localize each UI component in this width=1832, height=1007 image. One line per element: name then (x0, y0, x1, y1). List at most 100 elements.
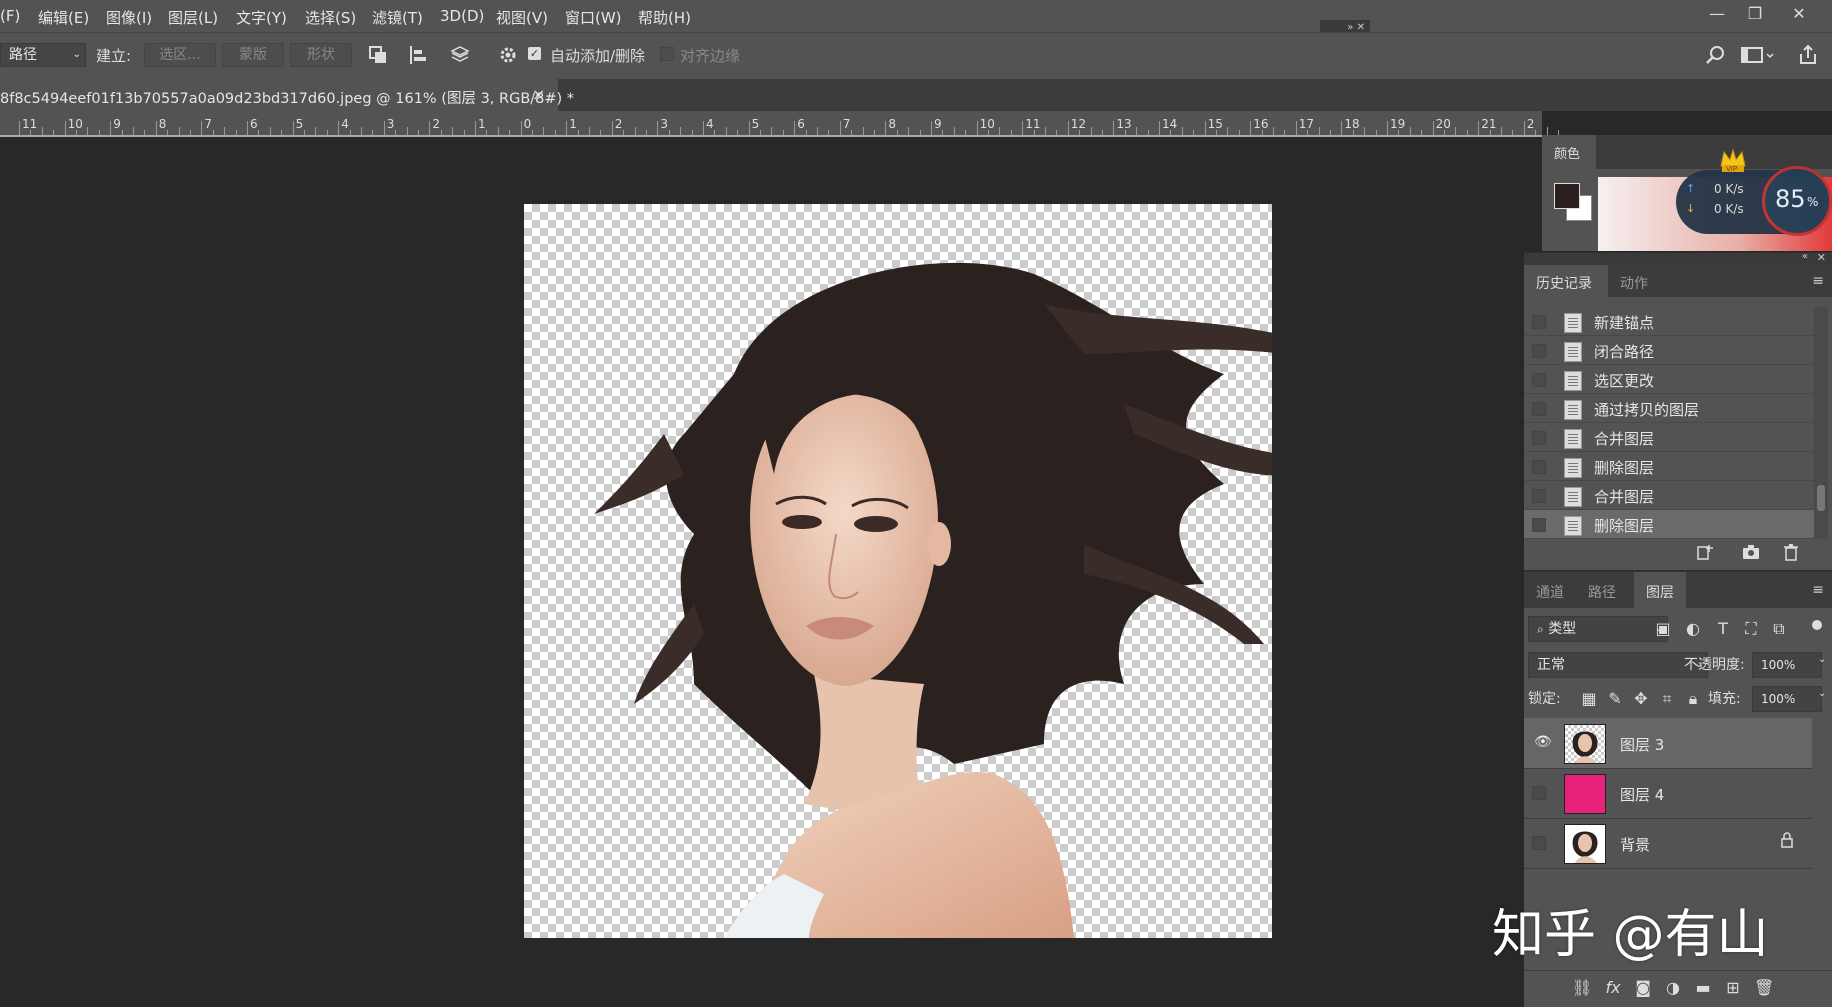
tab-channels[interactable]: 通道 (1536, 582, 1564, 602)
delete-layer-icon[interactable]: 🗑︎ (1754, 979, 1774, 997)
visibility-toggle[interactable] (1532, 786, 1546, 800)
search-icon[interactable] (1704, 43, 1728, 67)
share-icon[interactable] (1796, 43, 1820, 67)
panel-collapse-icon[interactable]: « (1802, 251, 1808, 262)
menu-select[interactable]: 选择(S) (305, 7, 356, 28)
layers-panel-menu-icon[interactable]: ≡ (1812, 582, 1824, 598)
ruler-label: 20 (1435, 117, 1451, 131)
new-document-from-state-icon[interactable] (1696, 543, 1714, 565)
layer-name[interactable]: 图层 4 (1620, 784, 1664, 805)
history-snapshot-checkbox[interactable] (1532, 431, 1546, 445)
fx-icon[interactable]: fx (1604, 979, 1622, 997)
opacity-value: 100% (1761, 658, 1796, 672)
make-shape-button[interactable]: 形状 (290, 43, 352, 67)
history-item[interactable]: 通过拷贝的图层 (1524, 394, 1814, 423)
lock-image-brush-icon[interactable]: ✎ (1606, 690, 1624, 708)
filter-smart-object-icon[interactable]: ⧉ (1770, 620, 1788, 638)
align-edges-checkbox[interactable] (660, 47, 674, 61)
history-item[interactable]: 删除图层 (1524, 452, 1814, 481)
link-layers-icon[interactable]: ⛓︎ (1572, 979, 1592, 997)
history-snapshot-checkbox[interactable] (1532, 518, 1546, 532)
visibility-toggle[interactable] (1532, 836, 1546, 850)
history-snapshot-checkbox[interactable] (1532, 315, 1546, 329)
adjustment-layer-icon[interactable]: ◑ (1664, 979, 1682, 997)
history-item[interactable]: 新建锚点 (1524, 307, 1814, 336)
menu-help[interactable]: 帮助(H) (638, 7, 691, 28)
history-snapshot-checkbox[interactable] (1532, 402, 1546, 416)
restore-button[interactable]: ❐ (1744, 4, 1766, 24)
tab-paths[interactable]: 路径 (1588, 582, 1616, 602)
menu-layer[interactable]: 图层(L) (168, 7, 218, 28)
new-layer-icon[interactable]: ⊞ (1724, 979, 1742, 997)
ruler-minor-tick (1147, 130, 1149, 135)
panel-close-icon[interactable]: ✕ (1817, 251, 1826, 264)
layer-filter-select[interactable]: ⌕ 类型 ⌄ (1528, 616, 1668, 642)
menu-file[interactable]: (F) (0, 7, 20, 25)
history-item[interactable]: 闭合路径 (1524, 336, 1814, 365)
ruler-tick (931, 121, 932, 135)
close-button[interactable]: ✕ (1788, 4, 1810, 24)
gear-icon[interactable] (496, 43, 520, 67)
layer-name[interactable]: 图层 3 (1620, 734, 1664, 755)
make-mask-button[interactable]: 蒙版 (222, 43, 284, 67)
history-item[interactable]: 合并图层 (1524, 481, 1814, 510)
history-snapshot-checkbox[interactable] (1532, 489, 1546, 503)
filter-pixel-icon[interactable]: ▣ (1654, 620, 1672, 638)
new-group-icon[interactable]: ▬ (1694, 979, 1712, 997)
eye-icon[interactable]: 👁︎ (1534, 734, 1552, 750)
filter-type-icon[interactable]: T (1714, 620, 1732, 638)
tab-color-active[interactable]: 颜色 (1542, 135, 1596, 169)
menu-3d[interactable]: 3D(D) (440, 7, 484, 25)
add-mask-icon[interactable]: ◙ (1634, 979, 1652, 997)
opacity-input[interactable]: 100% (1752, 652, 1822, 678)
history-item[interactable]: 合并图层 (1524, 423, 1814, 452)
layer-row[interactable]: 背景 (1524, 818, 1812, 869)
tool-mode-select[interactable]: 路径 ⌄ (0, 43, 86, 67)
menu-filter[interactable]: 滤镜(T) (372, 7, 423, 28)
path-alignment-icon[interactable] (406, 43, 430, 67)
lock-transparent-icon[interactable]: ▦ (1580, 690, 1598, 708)
panel-menu-icon[interactable]: ≡ (1812, 273, 1824, 289)
filter-toggle-icon[interactable] (1812, 620, 1822, 630)
path-operations-icon[interactable] (366, 43, 390, 67)
fill-dropdown-icon[interactable]: ⌄ (1818, 688, 1826, 699)
filter-adjustment-icon[interactable]: ◐ (1684, 620, 1702, 638)
history-snapshot-checkbox[interactable] (1532, 344, 1546, 358)
opacity-dropdown-icon[interactable]: ⌄ (1818, 654, 1826, 665)
canvas[interactable] (524, 204, 1272, 938)
ruler-tick (794, 121, 796, 135)
menu-edit[interactable]: 编辑(E) (38, 7, 89, 28)
history-item[interactable]: 删除图层 (1524, 510, 1814, 539)
blend-mode-select[interactable]: 正常 ⌄ (1528, 652, 1708, 678)
menu-window[interactable]: 窗口(W) (565, 7, 622, 28)
tab-layers[interactable]: 图层 (1634, 572, 1686, 608)
layer-row[interactable]: 👁︎ 图层 3 (1524, 718, 1812, 769)
menu-type[interactable]: 文字(Y) (236, 7, 287, 28)
auto-add-delete-checkbox[interactable]: ✓ (528, 47, 541, 60)
tab-actions[interactable]: 动作 (1620, 273, 1648, 293)
tab-close-icon[interactable]: × (532, 85, 545, 104)
make-selection-button[interactable]: 选区... (144, 43, 216, 67)
history-scrollbar[interactable] (1814, 307, 1828, 539)
tab-history[interactable]: 历史记录 (1524, 265, 1608, 297)
history-snapshot-checkbox[interactable] (1532, 373, 1546, 387)
lock-position-icon[interactable]: ✥ (1632, 690, 1650, 708)
workspace-icon[interactable] (1740, 43, 1776, 67)
menu-view[interactable]: 视图(V) (496, 7, 548, 28)
history-snapshot-checkbox[interactable] (1532, 460, 1546, 474)
layer-name[interactable]: 背景 (1620, 834, 1650, 855)
lock-artboard-icon[interactable]: ⌗ (1658, 690, 1676, 708)
foreground-color-swatch[interactable] (1554, 183, 1580, 209)
filter-shape-icon[interactable]: ⛶ (1742, 620, 1760, 638)
lock-all-icon[interactable]: 🔒︎ (1684, 690, 1702, 708)
trash-icon[interactable] (1782, 543, 1800, 565)
minimize-button[interactable]: — (1706, 4, 1728, 24)
document-tab[interactable]: 8f8c5494eef01f13b70557a0a09d23bd317d60.j… (0, 79, 574, 111)
fill-input[interactable]: 100% (1752, 686, 1822, 712)
history-item[interactable]: 选区更改 (1524, 365, 1814, 394)
path-arrangement-icon[interactable] (448, 43, 472, 67)
menu-image[interactable]: 图像(I) (106, 7, 152, 28)
camera-icon[interactable] (1742, 543, 1760, 565)
layer-row[interactable]: 图层 4 (1524, 768, 1812, 819)
history-scroll-thumb[interactable] (1817, 485, 1825, 511)
